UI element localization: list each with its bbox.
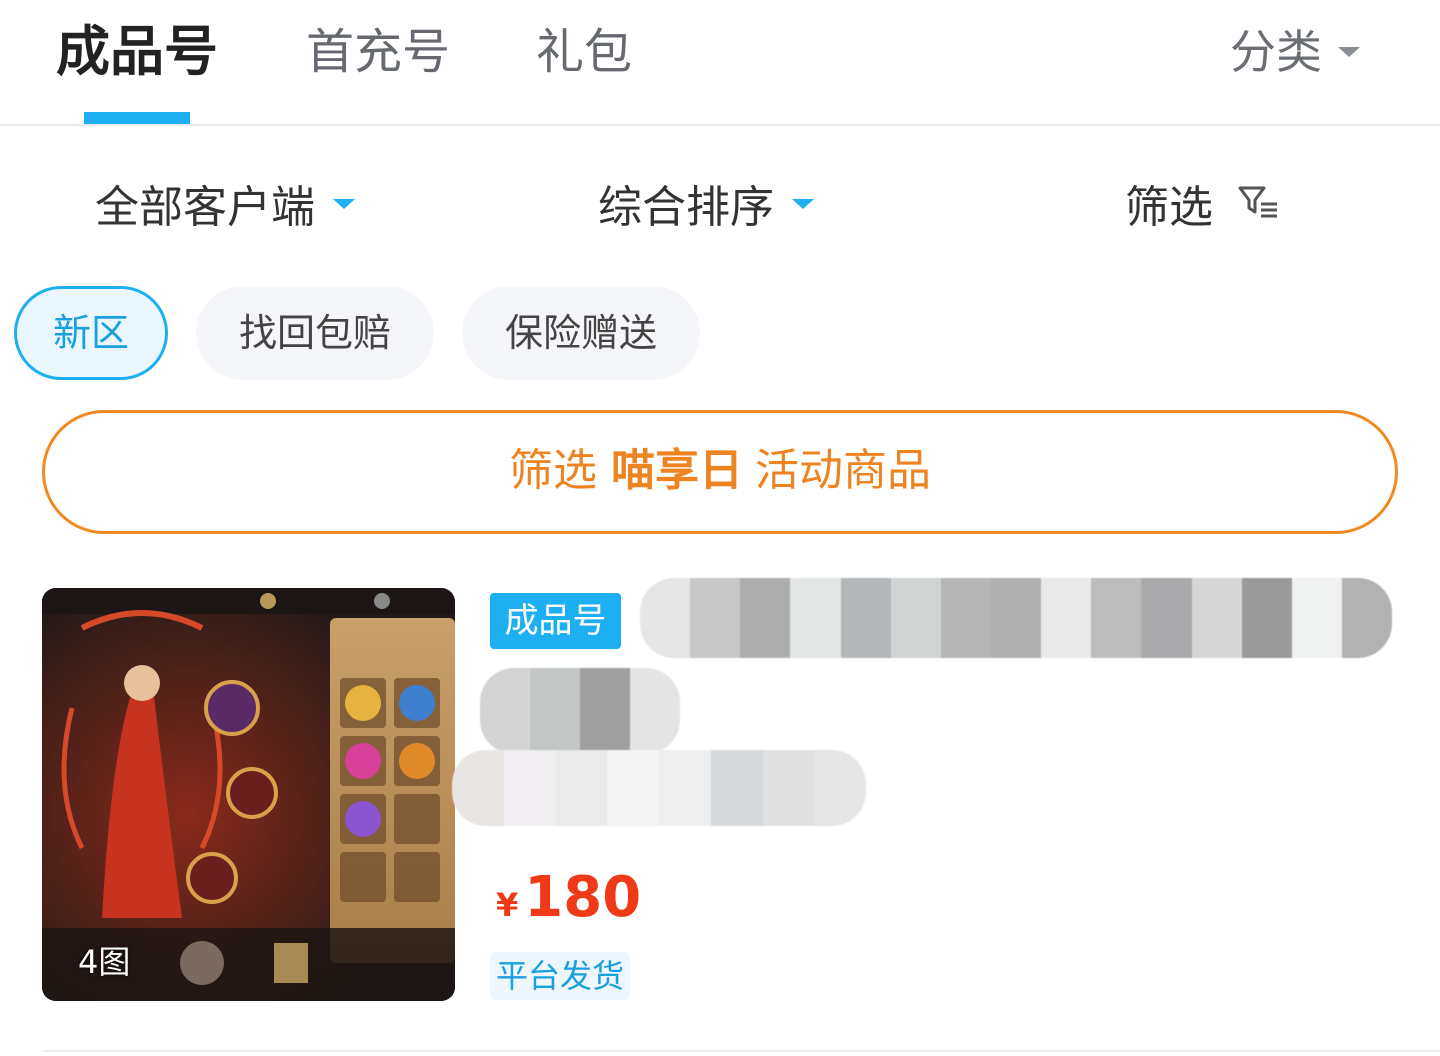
dropdown-arrow-icon [792, 199, 814, 209]
filter-label: 筛选 [1125, 182, 1213, 233]
product-thumbnail[interactable]: 4图 [42, 588, 455, 1001]
active-tab-indicator [84, 112, 190, 124]
censored-title-line-1 [640, 578, 1392, 658]
chip-insurance-gift[interactable]: 保险赠送 [462, 286, 700, 380]
divider [42, 1050, 1440, 1052]
censored-title-line-3 [452, 750, 866, 826]
product-type-badge: 成品号 [490, 593, 621, 649]
shipping-tag: 平台发货 [490, 952, 631, 1000]
promo-filter-banner[interactable]: 筛选 喵享日 活动商品 [42, 410, 1398, 534]
sort-dropdown[interactable]: 综合排序 [598, 172, 814, 244]
product-price: ¥180 [496, 862, 641, 934]
filter-row: 全部客户端 综合排序 筛选 [0, 172, 1440, 244]
tab-first-recharge-account[interactable]: 首充号 [306, 18, 450, 86]
image-count-label: 4图 [78, 943, 131, 981]
sort-label: 综合排序 [598, 182, 774, 233]
client-filter-dropdown[interactable]: 全部客户端 [95, 172, 355, 244]
funnel-filter-icon [1237, 170, 1279, 242]
top-tab-bar: 成品号 首充号 礼包 分类 [0, 0, 1440, 126]
filter-button[interactable]: 筛选 [1125, 172, 1279, 244]
tab-gift-pack[interactable]: 礼包 [536, 18, 632, 86]
promo-prefix: 筛选 [509, 445, 597, 496]
currency-symbol: ¥ [496, 886, 519, 924]
promo-suffix: 活动商品 [755, 445, 931, 496]
category-label: 分类 [1230, 25, 1322, 79]
category-dropdown[interactable]: 分类 [1230, 18, 1360, 86]
chevron-down-icon [1338, 46, 1360, 57]
tab-finished-account[interactable]: 成品号 [56, 18, 218, 86]
censored-title-line-2 [480, 668, 680, 754]
promo-highlight: 喵享日 [611, 445, 743, 496]
dropdown-arrow-icon [333, 199, 355, 209]
chip-new-server[interactable]: 新区 [14, 286, 168, 380]
price-value: 180 [524, 865, 642, 930]
chip-recovery-compensation[interactable]: 找回包赔 [196, 286, 434, 380]
client-filter-label: 全部客户端 [95, 182, 315, 233]
page: 成品号 首充号 礼包 分类 全部客户端 综合排序 筛选 新区 找回包赔 保险赠送… [0, 0, 1440, 1056]
